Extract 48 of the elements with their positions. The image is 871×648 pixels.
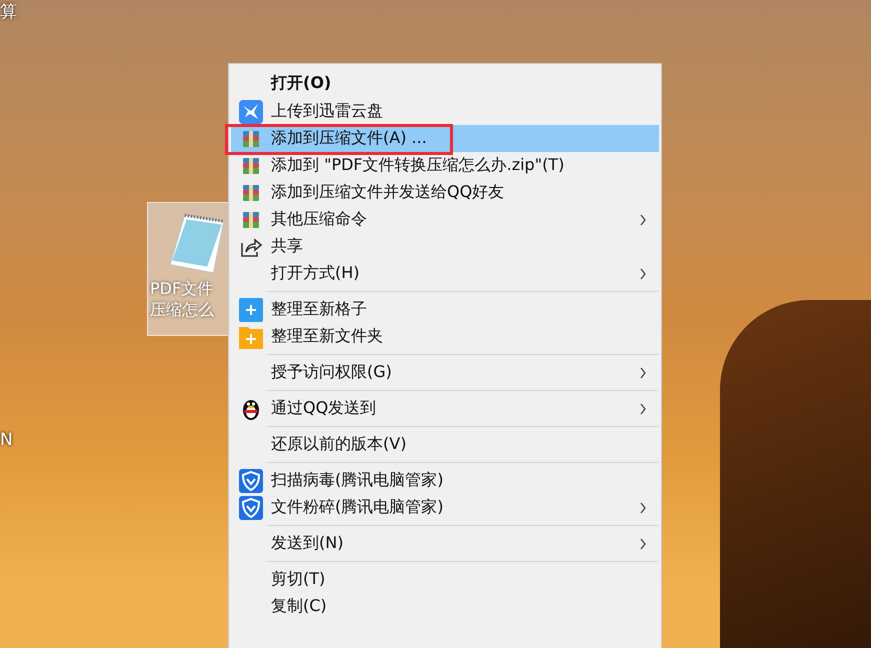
menu-item-label: 添加到压缩文件并发送给QQ好友	[271, 182, 504, 203]
menu-item-label: 其他压缩命令	[271, 209, 367, 230]
menu-item[interactable]: 打开(O)	[231, 68, 659, 98]
menu-item-label: 文件粉碎(腾讯电脑管家)	[271, 497, 444, 518]
menu-item[interactable]: 文件粉碎(腾讯电脑管家)	[231, 494, 659, 521]
desktop-icon-label: 算	[0, 1, 17, 23]
menu-item-label: 扫描病毒(腾讯电脑管家)	[271, 470, 444, 491]
bird-icon	[239, 100, 263, 124]
menu-item[interactable]: 剪切(T)	[231, 566, 659, 593]
shield-icon	[239, 468, 263, 492]
menu-item-label: 上传到迅雷云盘	[271, 101, 383, 122]
menu-item-label: 通过QQ发送到	[271, 398, 376, 419]
desktop-icon-label: N	[0, 430, 13, 450]
chevron-right-icon	[639, 366, 647, 378]
chevron-right-icon	[639, 268, 647, 280]
file-name-label: 压缩怎么	[149, 300, 214, 321]
shield-icon	[239, 496, 263, 520]
menu-item-label: 整理至新格子	[271, 299, 367, 320]
menu-item[interactable]: 上传到迅雷云盘	[231, 98, 659, 125]
menu-item[interactable]: 扫描病毒(腾讯电脑管家)	[231, 467, 659, 494]
chevron-right-icon	[639, 502, 647, 514]
menu-item[interactable]: 发送到(N)	[231, 530, 659, 557]
chevron-right-icon	[639, 538, 647, 550]
menu-item-label: 共享	[271, 236, 303, 257]
plus-icon	[239, 298, 263, 322]
menu-item[interactable]: 还原以前的版本(V)	[231, 431, 659, 458]
menu-item-label: 打开(O)	[271, 72, 332, 94]
archive-icon	[242, 210, 260, 228]
menu-item-label: 复制(C)	[271, 596, 327, 617]
menu-item-label: 添加到压缩文件(A) ...	[271, 128, 427, 149]
folder-plus-icon	[239, 324, 263, 348]
chevron-right-icon	[639, 214, 647, 226]
menu-item-label: 发送到(N)	[271, 533, 344, 554]
chevron-right-icon	[639, 402, 647, 414]
menu-item[interactable]: 通过QQ发送到	[231, 395, 659, 422]
menu-item[interactable]: 授予访问权限(G)	[231, 359, 659, 386]
menu-item-label: 整理至新文件夹	[271, 326, 383, 347]
menu-item-label: 授予访问权限(G)	[271, 362, 392, 383]
menu-item[interactable]: 复制(C)	[231, 593, 659, 620]
archive-icon	[242, 130, 260, 148]
file-name-label: PDF文件	[149, 279, 214, 300]
menu-item[interactable]: 添加到 "PDF文件转换压缩怎么办.zip"(T)	[231, 152, 659, 179]
menu-item-label: 还原以前的版本(V)	[271, 434, 406, 455]
archive-icon	[242, 184, 260, 202]
menu-item-label: 打开方式(H)	[271, 263, 360, 284]
archive-icon	[242, 156, 260, 174]
menu-item-label: 添加到 "PDF文件转换压缩怎么办.zip"(T)	[271, 155, 564, 176]
menu-item-label: 剪切(T)	[271, 569, 326, 590]
